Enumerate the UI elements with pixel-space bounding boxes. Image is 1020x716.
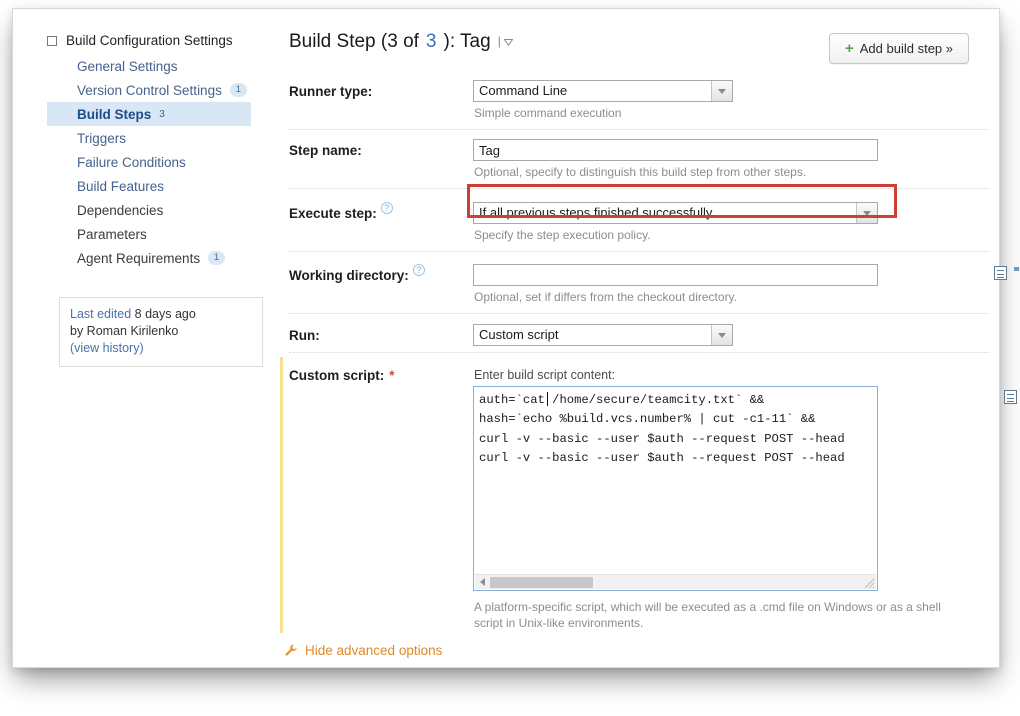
working-directory-label-wrap: Working directory: ? [289, 264, 473, 313]
runner-type-select[interactable]: Command Line [473, 80, 733, 102]
sidebar-item-label: Build Steps [77, 106, 152, 122]
required-marker: * [389, 368, 395, 383]
execute-step-label-wrap: Execute step: ? [289, 202, 473, 251]
add-build-step-label: Add build step » [859, 41, 953, 56]
sidebar-item-general-settings[interactable]: General Settings [47, 54, 263, 78]
sidebar-item-count: 3 [159, 108, 165, 120]
hide-advanced-options-label: Hide advanced options [305, 643, 443, 658]
settings-sidebar: Build Configuration Settings General Set… [47, 31, 263, 270]
page-title-step-count: 3 [425, 31, 437, 52]
help-icon[interactable]: ? [380, 202, 393, 214]
horizontal-scrollbar[interactable] [475, 574, 876, 589]
custom-script-textarea[interactable]: auth=`cat /home/secure/teamcity.txt` && … [473, 386, 878, 591]
sidebar-root-node[interactable]: Build Configuration Settings [47, 31, 263, 54]
last-edited-author: by Roman Kirilenko [70, 324, 179, 338]
view-history-link[interactable]: (view history) [70, 341, 144, 355]
add-build-step-button[interactable]: + Add build step » [829, 33, 969, 64]
run-select[interactable]: Custom script [473, 324, 733, 346]
sidebar-item-version-control-settings[interactable]: Version Control Settings 1 [47, 78, 263, 102]
tree-browse-icon[interactable] [1014, 266, 1020, 280]
runner-type-value: Command Line [479, 83, 568, 98]
custom-script-textarea-label: Enter build script content: [474, 368, 616, 382]
run-label: Run: [289, 328, 320, 343]
sidebar-item-failure-conditions[interactable]: Failure Conditions [47, 150, 263, 174]
working-directory-input[interactable] [473, 264, 878, 286]
runner-type-row: Runner type: Command Line Simple command… [289, 71, 989, 129]
sidebar-item-build-steps[interactable]: Build Steps 3 [47, 102, 251, 126]
sidebar-item-label: Agent Requirements [77, 250, 201, 266]
working-directory-tools [994, 266, 1020, 280]
custom-script-row: Custom script: * Enter build script cont… [280, 352, 1017, 639]
resize-grip-icon[interactable] [862, 576, 875, 589]
step-name-hint: Optional, specify to distinguish this bu… [474, 165, 807, 179]
sidebar-item-dependencies[interactable]: Dependencies [47, 198, 263, 222]
working-directory-hint: Optional, set if differs from the checko… [474, 290, 738, 304]
text-caret [547, 392, 548, 406]
help-icon[interactable]: ? [412, 264, 425, 276]
custom-script-field: Enter build script content: auth=`cat /h… [473, 364, 1017, 639]
page-title-menu[interactable]: | [498, 34, 514, 48]
working-directory-field: Optional, set if differs from the checko… [473, 264, 1020, 313]
execute-step-label: Execute step: [289, 206, 377, 221]
browse-list-icon[interactable] [994, 266, 1007, 280]
run-value: Custom script [479, 327, 559, 342]
chevron-down-icon[interactable] [711, 325, 732, 345]
last-edited-when: 8 days ago [131, 307, 196, 321]
sidebar-root-label: Build Configuration Settings [66, 33, 233, 48]
runner-type-hint: Simple command execution [474, 106, 622, 120]
sidebar-item-parameters[interactable]: Parameters [47, 222, 263, 246]
working-directory-row: Working directory: ? Optional, set if di… [289, 251, 1020, 313]
step-name-label: Step name: [289, 143, 362, 158]
settings-page-card: Build Configuration Settings General Set… [12, 8, 1020, 668]
custom-script-label: Custom script: [289, 368, 385, 383]
step-name-input[interactable] [473, 139, 878, 161]
execute-step-hint: Specify the step execution policy. [474, 228, 651, 242]
run-field: Custom script [473, 324, 989, 352]
chevron-down-icon[interactable] [711, 81, 732, 101]
execute-step-select[interactable]: If all previous steps finished successfu… [473, 202, 878, 224]
plus-icon: + [845, 40, 854, 57]
chevron-down-icon[interactable] [504, 39, 514, 46]
sidebar-item-badge: 1 [229, 83, 247, 97]
scroll-left-arrow-icon[interactable] [475, 576, 489, 589]
sidebar-item-badge: 1 [208, 251, 226, 265]
chevron-down-icon[interactable] [856, 203, 877, 223]
build-step-form: Runner type: Command Line Simple command… [280, 71, 1020, 639]
sidebar-item-label: Failure Conditions [77, 154, 186, 170]
last-edited-panel: Last edited 8 days ago by Roman Kirilenk… [59, 297, 263, 367]
execute-step-row: Execute step: ? If all previous steps fi… [289, 184, 989, 251]
sidebar-item-label: General Settings [77, 58, 178, 74]
sidebar-item-label: Build Features [77, 178, 165, 194]
sidebar-item-triggers[interactable]: Triggers [47, 126, 263, 150]
insert-snippet-icon[interactable] [1004, 390, 1017, 404]
custom-script-tools [1004, 390, 1017, 404]
working-directory-label: Working directory: [289, 268, 409, 283]
sidebar-item-agent-requirements[interactable]: Agent Requirements 1 [47, 246, 263, 270]
scrollbar-thumb[interactable] [490, 576, 593, 588]
run-row: Run: Custom script [289, 313, 989, 352]
runner-type-label: Runner type: [289, 84, 373, 99]
sidebar-item-label: Version Control Settings [77, 82, 222, 98]
last-edited-prefix: Last edited [70, 307, 132, 321]
execute-step-value: If all previous steps finished successfu… [479, 205, 713, 220]
sidebar-item-label: Parameters [77, 226, 147, 242]
step-name-row: Step name: Optional, specify to distingu… [289, 129, 989, 188]
sidebar-item-label: Triggers [77, 130, 127, 146]
custom-script-content: auth=`cat /home/secure/teamcity.txt` && … [479, 393, 845, 465]
custom-script-hint: A platform-specific script, which will b… [474, 600, 941, 630]
wrench-icon [285, 644, 298, 657]
collapse-box-icon[interactable] [47, 35, 57, 46]
step-name-field: Optional, specify to distinguish this bu… [473, 139, 989, 188]
sidebar-item-label: Dependencies [77, 202, 164, 218]
sidebar-item-build-features[interactable]: Build Features [47, 174, 263, 198]
page-title-suffix: ): Tag [443, 31, 491, 52]
last-edited-line: Last edited 8 days ago [70, 306, 252, 323]
hide-advanced-options-toggle[interactable]: Hide advanced options [285, 643, 442, 658]
page-title-prefix: Build Step (3 of [289, 31, 419, 52]
execute-step-field: If all previous steps finished successfu… [473, 202, 989, 251]
runner-type-field: Command Line Simple command execution [473, 80, 989, 129]
custom-script-label-wrap: Custom script: * [289, 364, 473, 639]
